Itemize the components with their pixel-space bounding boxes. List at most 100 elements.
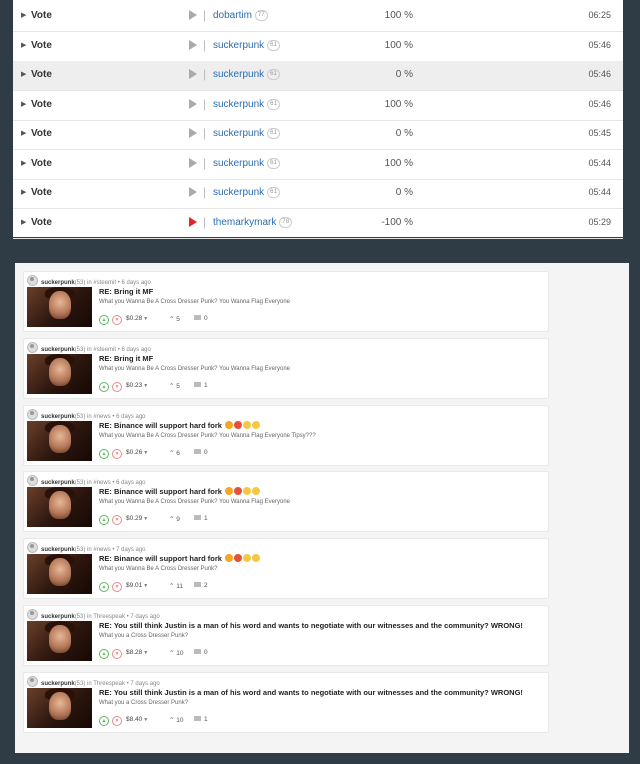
payout-value[interactable]: $0.23 [126,382,142,389]
post-community[interactable]: in Threespeak [87,614,125,620]
upvote-icon[interactable]: ▲ [99,715,109,726]
play-icon[interactable] [189,98,197,109]
voter-link[interactable]: suckerpunk 61 [213,157,280,169]
avatar[interactable] [27,542,38,554]
post-community[interactable]: in Threespeak [87,681,125,687]
vote-count[interactable]: ⌃ 10 [169,716,184,724]
comment-count[interactable]: 0 [194,448,208,456]
play-icon[interactable] [189,187,197,197]
post-community[interactable]: in #steemit [87,347,116,353]
post-thumbnail[interactable] [27,287,92,327]
post-body-preview[interactable]: What you Wanna Be A Cross Dresser Punk? … [99,433,316,439]
avatar[interactable] [27,475,38,487]
downvote-icon[interactable]: ▼ [112,649,122,659]
play-icon[interactable] [189,10,197,20]
caret-right-icon[interactable]: ▶ [21,218,26,226]
caret-right-icon[interactable]: ▶ [21,129,26,137]
voter-link[interactable]: themarkymark 78 [213,216,293,228]
chevron-down-icon[interactable]: ▼ [143,316,148,322]
comment-card[interactable]: suckerpunk(53) in #news • 6 days ago RE: … [23,404,549,466]
downvote-icon[interactable]: ▼ [112,515,122,526]
caret-right-icon[interactable]: ▶ [21,70,26,78]
payout-value[interactable]: $9.01 [126,582,142,589]
avatar[interactable] [27,675,38,687]
payout-value[interactable]: $8.28 [126,649,142,656]
vote-count[interactable]: ⌃ 5 [169,382,180,390]
play-icon[interactable] [189,216,197,227]
downvote-icon[interactable]: ▼ [112,448,122,459]
comment-count[interactable]: 1 [194,381,208,389]
vote-count[interactable]: ⌃ 11 [169,582,183,590]
voter-link[interactable]: suckerpunk 61 [213,187,280,198]
post-thumbnail[interactable] [27,687,92,728]
post-community[interactable]: in #news [87,547,111,553]
vote-count[interactable]: ⌃ 10 [169,649,184,657]
play-icon[interactable] [189,128,197,138]
post-body-preview[interactable]: What you a Cross Dresser Punk? [99,700,188,706]
upvote-icon[interactable]: ▲ [99,448,109,459]
comment-count[interactable]: 2 [194,582,208,589]
voter-link[interactable]: suckerpunk 61 [213,98,280,110]
author-link[interactable]: suckerpunk [41,614,75,620]
vote-row[interactable]: ▶ Vote | suckerpunk 61 0 % 05:44 [13,179,623,209]
comment-card[interactable]: suckerpunk(53) in #steemit • 6 days ago R… [23,271,549,332]
post-community[interactable]: in #steemit [87,280,116,286]
chevron-down-icon[interactable]: ▼ [143,383,148,389]
voter-link[interactable]: suckerpunk 61 [213,69,280,80]
chevron-down-icon[interactable]: ▼ [143,717,148,723]
author-link[interactable]: suckerpunk [41,280,75,286]
avatar[interactable] [27,275,38,286]
upvote-icon[interactable]: ▲ [99,582,109,593]
author-link[interactable]: suckerpunk [41,347,75,353]
post-title[interactable]: RE: Bring it MF [99,287,153,296]
caret-right-icon[interactable]: ▶ [21,100,26,108]
vote-row[interactable]: ▶ Vote | suckerpunk 61 0 % 05:45 [13,120,623,150]
post-body-preview[interactable]: What you a Cross Dresser Punk? [99,633,188,639]
payout-value[interactable]: $8.40 [126,716,142,723]
post-community[interactable]: in #news [87,480,111,486]
comment-count[interactable]: 1 [194,715,208,723]
post-title[interactable]: RE: Binance will support hard fork [99,554,261,563]
author-link[interactable]: suckerpunk [41,681,75,687]
play-icon[interactable] [189,157,197,168]
avatar[interactable] [27,408,38,420]
avatar[interactable] [27,609,38,620]
comment-card[interactable]: suckerpunk(53) in #news • 7 days ago RE: … [23,538,549,600]
payout-value[interactable]: $0.28 [126,315,142,322]
downvote-icon[interactable]: ▼ [112,715,122,726]
caret-right-icon[interactable]: ▶ [21,159,26,167]
downvote-icon[interactable]: ▼ [112,381,122,392]
comment-card[interactable]: suckerpunk(53) in Threespeak • 7 days ag… [23,671,549,733]
comment-count[interactable]: 0 [194,315,208,322]
post-body-preview[interactable]: What you Wanna Be A Cross Dresser Punk? [99,566,218,572]
chevron-down-icon[interactable]: ▼ [143,650,148,656]
post-thumbnail[interactable] [27,487,92,528]
post-body-preview[interactable]: What you Wanna Be A Cross Dresser Punk? … [99,299,290,305]
comment-card[interactable]: suckerpunk(53) in #steemit • 6 days ago R… [23,337,549,399]
vote-row[interactable]: ▶ Vote | dobartim 77 100 % 06:25 [13,2,623,32]
play-icon[interactable] [189,69,197,79]
vote-count[interactable]: ⌃ 6 [169,449,180,457]
voter-link[interactable]: dobartim 77 [213,10,268,21]
post-body-preview[interactable]: What you Wanna Be A Cross Dresser Punk? … [99,366,290,372]
vote-row[interactable]: ▶ Vote | suckerpunk 61 100 % 05:46 [13,91,623,121]
comment-card[interactable]: suckerpunk(53) in #news • 6 days ago RE: … [23,471,549,533]
post-title[interactable]: RE: Binance will support hard fork [99,420,261,430]
vote-count[interactable]: ⌃ 5 [169,315,180,323]
post-body-preview[interactable]: What you Wanna Be A Cross Dresser Punk? … [99,499,290,505]
post-title[interactable]: RE: You still think Justin is a man of h… [99,621,523,630]
post-thumbnail[interactable] [27,420,92,461]
downvote-icon[interactable]: ▼ [112,582,122,593]
upvote-icon[interactable]: ▲ [99,315,109,325]
post-thumbnail[interactable] [27,353,92,394]
vote-row[interactable]: ▶ Vote | themarkymark 78 -100 % 05:29 [13,209,623,239]
payout-value[interactable]: $0.29 [126,515,142,522]
comment-count[interactable]: 1 [194,515,208,522]
downvote-icon[interactable]: ▼ [112,315,122,325]
avatar[interactable] [27,341,38,353]
chevron-down-icon[interactable]: ▼ [143,583,148,589]
upvote-icon[interactable]: ▲ [99,381,109,392]
vote-row[interactable]: ▶ Vote | suckerpunk 61 100 % 05:44 [13,150,623,180]
caret-right-icon[interactable]: ▶ [21,188,26,196]
author-link[interactable]: suckerpunk [41,547,75,553]
